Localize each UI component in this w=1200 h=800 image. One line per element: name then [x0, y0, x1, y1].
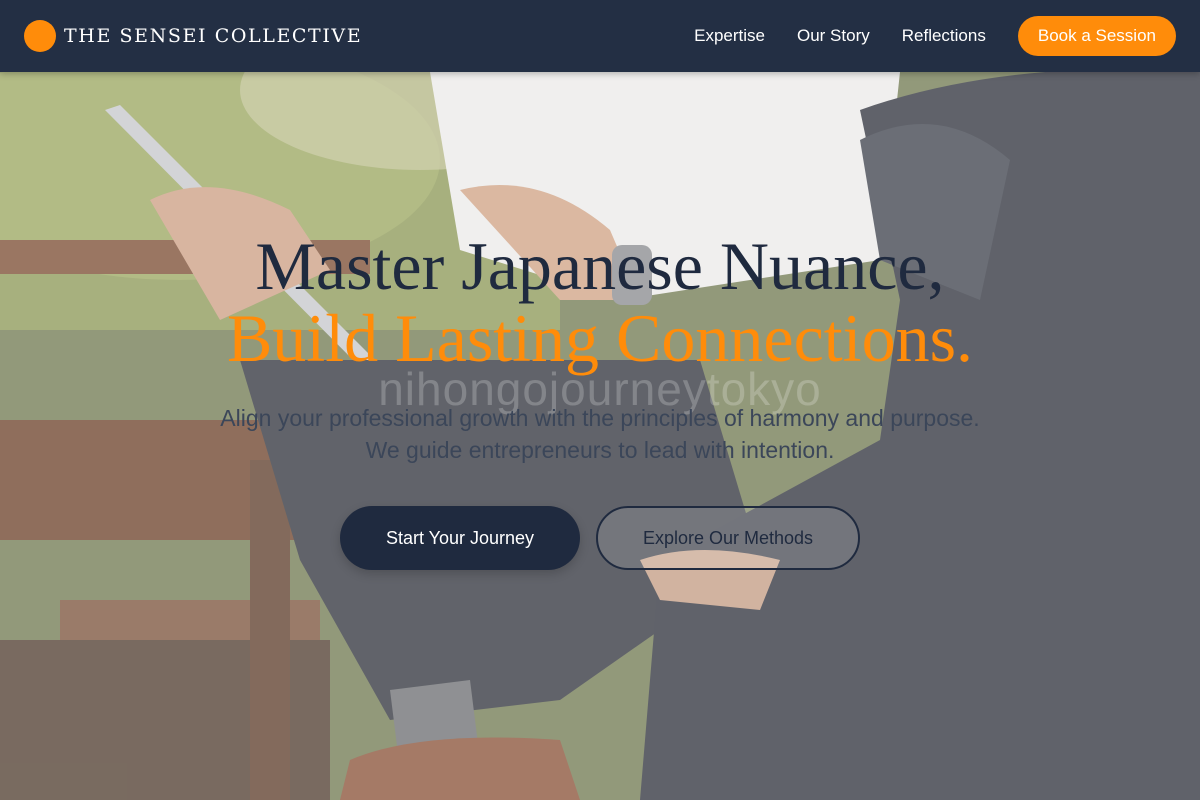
nav-link-reflections[interactable]: Reflections — [902, 26, 986, 46]
nav-link-our-story[interactable]: Our Story — [797, 26, 870, 46]
headline-line-1: Master Japanese Nuance, — [255, 228, 945, 304]
hero-cta-group: Start Your Journey Explore Our Methods — [340, 506, 860, 570]
brand[interactable]: THE SENSEI COLLECTIVE — [24, 20, 362, 52]
headline-line-2: Build Lasting Connections. — [226, 300, 974, 376]
start-journey-button[interactable]: Start Your Journey — [340, 506, 580, 570]
brand-logo-icon — [24, 20, 56, 52]
main-nav: Expertise Our Story Reflections Book a S… — [662, 16, 1176, 56]
explore-methods-button[interactable]: Explore Our Methods — [596, 506, 860, 570]
brand-name: THE SENSEI COLLECTIVE — [64, 25, 363, 47]
top-navbar: THE SENSEI COLLECTIVE Expertise Our Stor… — [0, 0, 1200, 72]
hero-section: Master Japanese Nuance, Build Lasting Co… — [0, 230, 1200, 570]
hero-headline: Master Japanese Nuance, Build Lasting Co… — [227, 230, 973, 374]
nav-link-expertise[interactable]: Expertise — [694, 26, 765, 46]
hero-subtitle: Align your professional growth with the … — [220, 405, 980, 463]
book-session-button[interactable]: Book a Session — [1017, 16, 1176, 56]
